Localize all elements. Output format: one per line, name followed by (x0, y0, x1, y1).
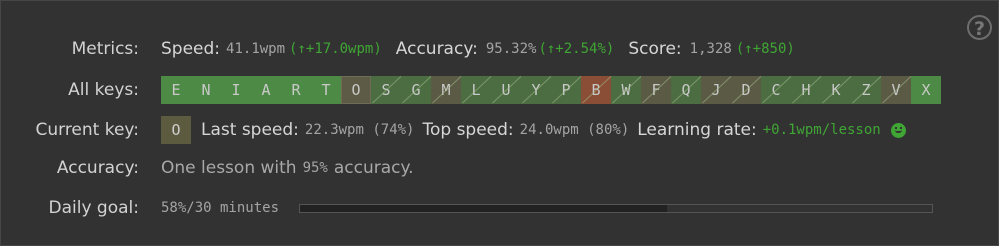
key-o: O (341, 76, 371, 104)
key-n: N (191, 76, 221, 104)
speed-delta: (↑+17.0wpm) (289, 41, 382, 57)
accuracy-metric-value: 95.32% (485, 41, 537, 57)
daily-goal-row: Daily goal: 58%/30 minutes (1, 193, 998, 223)
metrics-row: Metrics: Speed: 41.1wpm (↑+17.0wpm) Accu… (1, 34, 998, 64)
top-speed-label: Top speed: (422, 120, 514, 140)
key-q: Q (671, 76, 701, 104)
key-p: P (551, 76, 581, 104)
accuracy-percent: 95% (302, 160, 328, 176)
accuracy-row: Accuracy: One lesson with 95% accuracy. (1, 153, 998, 183)
key-m: M (431, 76, 461, 104)
accuracy-label: Accuracy: (56, 158, 139, 178)
score-delta: (↑+850) (735, 41, 795, 57)
key-c: C (761, 76, 791, 104)
key-b: B (581, 76, 611, 104)
key-k: K (821, 76, 851, 104)
current-key-tile: O (161, 116, 191, 144)
accuracy-metric-delta: (↑+2.54%) (538, 41, 615, 57)
daily-goal-progress-fill (300, 204, 667, 212)
key-e: E (161, 76, 191, 104)
daily-goal-value: 58%/30 minutes (161, 200, 280, 216)
key-v: V (881, 76, 911, 104)
accuracy-text-before: One lesson with (161, 158, 297, 178)
key-g: G (401, 76, 431, 104)
metrics-label: Metrics: (71, 39, 139, 59)
key-j: J (701, 76, 731, 104)
all-keys-label: All keys: (68, 80, 139, 100)
key-s: S (371, 76, 401, 104)
learning-rate-label: Learning rate: (637, 120, 757, 140)
top-speed-value: 24.0wpm (80%) (519, 122, 630, 138)
speed-value: 41.1wpm (226, 41, 286, 57)
key-x: X (911, 76, 941, 104)
score-value: 1,328 (689, 41, 732, 57)
accuracy-text-after: accuracy. (333, 158, 414, 178)
key-u: U (491, 76, 521, 104)
learning-rate-value: +0.1wpm/lesson (762, 122, 881, 138)
last-speed-value: 22.3wpm (74%) (304, 122, 415, 138)
score-label: Score: (628, 39, 682, 59)
last-speed-label: Last speed: (201, 120, 299, 140)
key-w: W (611, 76, 641, 104)
all-keys-row: All keys: ENIARTOSGMLUYPBWFQJDCHKZVX (1, 75, 998, 105)
current-key-row: Current key: O Last speed: 22.3wpm (74%)… (1, 115, 998, 145)
accuracy-metric-label: Accuracy: (395, 39, 478, 59)
key-h: H (791, 76, 821, 104)
daily-goal-progress-bar (299, 203, 934, 213)
key-y: Y (521, 76, 551, 104)
current-key-label: Current key: (35, 120, 139, 140)
daily-goal-label: Daily goal: (48, 198, 139, 218)
key-l: L (461, 76, 491, 104)
key-z: Z (851, 76, 881, 104)
smiley-icon (890, 122, 906, 138)
key-d: D (731, 76, 761, 104)
key-r: R (281, 76, 311, 104)
key-a: A (251, 76, 281, 104)
speed-label: Speed: (161, 39, 221, 59)
key-t: T (311, 76, 341, 104)
key-list: ENIARTOSGMLUYPBWFQJDCHKZVX (161, 76, 941, 104)
key-i: I (221, 76, 251, 104)
key-f: F (641, 76, 671, 104)
stats-panel: ? Metrics: Speed: 41.1wpm (↑+17.0wpm) Ac… (0, 0, 999, 246)
